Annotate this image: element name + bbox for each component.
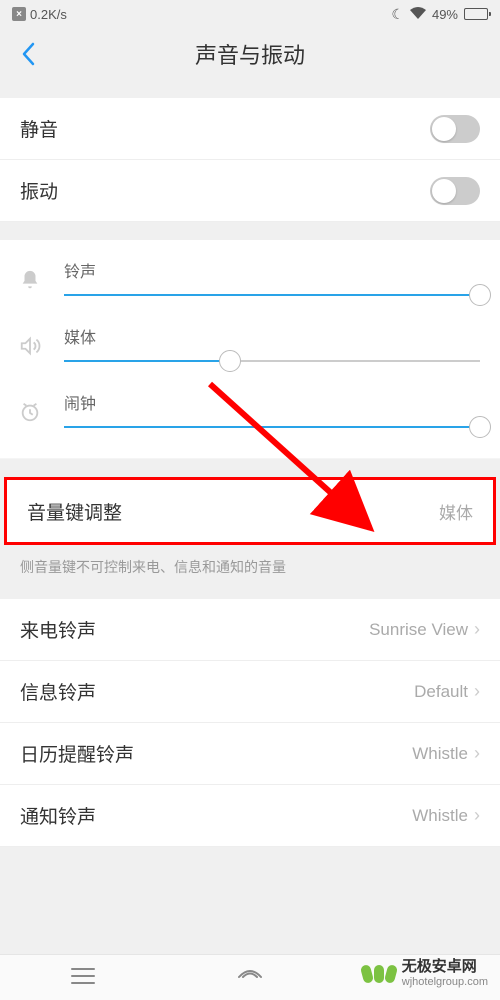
back-button[interactable] [12, 38, 44, 70]
calendar-ringtone-label: 日历提醒铃声 [20, 740, 134, 767]
net-speed: 0.2K/s [30, 7, 67, 22]
ringtone-slider-row: 铃声 [16, 250, 480, 316]
calendar-ringtone-value: Whistle [412, 744, 468, 764]
dnd-icon [391, 6, 404, 23]
media-slider-row: 媒体 [16, 316, 480, 382]
notification-ringtone-row[interactable]: 通知铃声 Whistle › [0, 785, 500, 847]
chevron-right-icon: › [474, 681, 480, 702]
vibrate-toggle[interactable] [430, 177, 480, 205]
media-slider[interactable] [64, 360, 480, 362]
silent-row[interactable]: 静音 [0, 98, 500, 160]
battery-icon [464, 8, 488, 20]
ringtone-slider-label: 铃声 [64, 258, 480, 282]
incoming-ringtone-row[interactable]: 来电铃声 Sunrise View › [0, 599, 500, 661]
watermark-title: 无极安卓网 [402, 959, 488, 976]
close-ad-icon: × [12, 7, 26, 21]
chevron-right-icon: › [474, 743, 480, 764]
alarm-slider-label: 闹钟 [64, 390, 480, 414]
home-icon[interactable] [237, 965, 263, 991]
vibrate-row[interactable]: 振动 [0, 160, 500, 222]
menu-icon[interactable] [70, 965, 96, 991]
battery-pct: 49% [432, 7, 458, 22]
nav-bar: 声音与振动 [0, 28, 500, 80]
notification-ringtone-label: 通知铃声 [20, 802, 96, 829]
bell-icon [16, 262, 44, 298]
watermark-url: wjhotelgroup.com [402, 976, 488, 988]
silent-toggle[interactable] [430, 115, 480, 143]
notification-ringtone-value: Whistle [412, 806, 468, 826]
incoming-ringtone-label: 来电铃声 [20, 616, 96, 643]
message-ringtone-label: 信息铃声 [20, 678, 96, 705]
calendar-ringtone-row[interactable]: 日历提醒铃声 Whistle › [0, 723, 500, 785]
message-ringtone-value: Default [414, 682, 468, 702]
ringtone-group: 来电铃声 Sunrise View › 信息铃声 Default › 日历提醒铃声 … [0, 599, 500, 847]
clock-icon [16, 394, 44, 430]
ringtone-slider[interactable] [64, 294, 480, 296]
message-ringtone-row[interactable]: 信息铃声 Default › [0, 661, 500, 723]
wifi-icon [410, 7, 426, 22]
highlight-annotation: 音量键调整 媒体 [4, 477, 496, 545]
status-bar: × 0.2K/s 49% [0, 0, 500, 28]
page-title: 声音与振动 [195, 38, 305, 70]
media-slider-label: 媒体 [64, 324, 480, 348]
chevron-right-icon: › [474, 805, 480, 826]
toggle-group: 静音 振动 [0, 98, 500, 222]
watermark-logo-icon [362, 965, 396, 983]
watermark: 无极安卓网 wjhotelgroup.com [362, 959, 488, 988]
speaker-icon [16, 328, 44, 364]
chevron-right-icon: › [474, 619, 480, 640]
incoming-ringtone-value: Sunrise View [369, 620, 468, 640]
vibrate-label: 振动 [20, 177, 58, 204]
volume-key-label: 音量键调整 [27, 498, 122, 525]
volume-key-row[interactable]: 音量键调整 媒体 [7, 480, 493, 542]
volume-key-value: 媒体 [439, 499, 473, 524]
alarm-slider[interactable] [64, 426, 480, 428]
slider-group: 铃声 媒体 闹钟 [0, 240, 500, 459]
alarm-slider-row: 闹钟 [16, 382, 480, 448]
volume-key-footnote: 侧音量键不可控制来电、信息和通知的音量 [0, 545, 500, 589]
silent-label: 静音 [20, 115, 58, 142]
